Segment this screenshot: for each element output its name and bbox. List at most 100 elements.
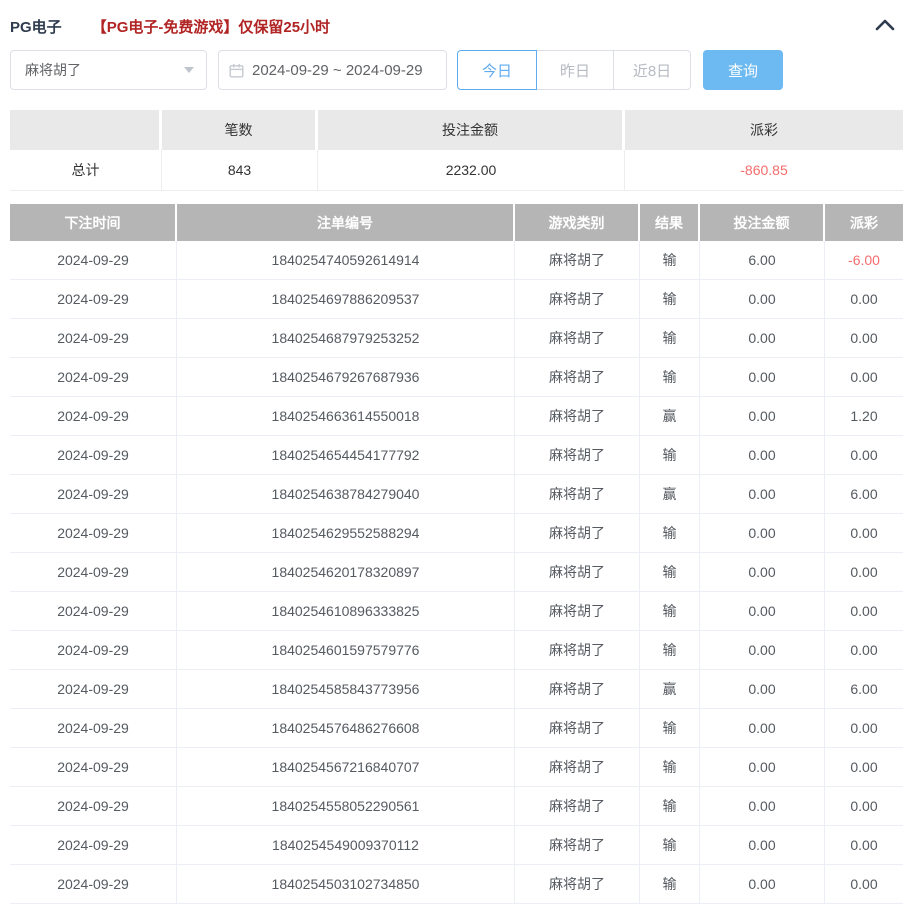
table-row: 2024-09-291840254638784279040麻将胡了赢0.006.… bbox=[10, 475, 903, 514]
cell-time: 2024-09-29 bbox=[10, 397, 177, 436]
cell-payout: 0.00 bbox=[825, 319, 903, 358]
cell-time: 2024-09-29 bbox=[10, 748, 177, 787]
summary-header-payout: 派彩 bbox=[625, 110, 903, 150]
cell-result: 输 bbox=[640, 787, 700, 826]
chevron-up-icon bbox=[875, 18, 895, 34]
collapse-panel-button[interactable] bbox=[875, 18, 895, 34]
cell-time: 2024-09-29 bbox=[10, 280, 177, 319]
cell-payout: 0.00 bbox=[825, 748, 903, 787]
cell-bet-amount: 0.00 bbox=[700, 475, 825, 514]
cell-order-id: 1840254610896333825 bbox=[177, 592, 515, 631]
header-result: 结果 bbox=[640, 204, 700, 241]
table-row: 2024-09-291840254585843773956麻将胡了赢0.006.… bbox=[10, 670, 903, 709]
records-header-row: 下注时间 注单编号 游戏类别 结果 投注金额 派彩 bbox=[10, 204, 903, 241]
cell-result: 输 bbox=[640, 319, 700, 358]
cell-order-id: 1840254567216840707 bbox=[177, 748, 515, 787]
summary-total-label: 总计 bbox=[10, 150, 162, 191]
table-row: 2024-09-291840254654454177792麻将胡了输0.000.… bbox=[10, 436, 903, 475]
cell-bet-amount: 0.00 bbox=[700, 709, 825, 748]
cell-time: 2024-09-29 bbox=[10, 787, 177, 826]
cell-game: 麻将胡了 bbox=[515, 787, 640, 826]
cell-game: 麻将胡了 bbox=[515, 748, 640, 787]
cell-result: 输 bbox=[640, 553, 700, 592]
cell-game: 麻将胡了 bbox=[515, 475, 640, 514]
table-row: 2024-09-291840254567216840707麻将胡了输0.000.… bbox=[10, 748, 903, 787]
cell-time: 2024-09-29 bbox=[10, 592, 177, 631]
records-table-body: 2024-09-291840254740592614914麻将胡了输6.00-6… bbox=[10, 241, 903, 904]
cell-order-id: 1840254679267687936 bbox=[177, 358, 515, 397]
cell-game: 麻将胡了 bbox=[515, 241, 640, 280]
summary-header-blank bbox=[10, 110, 162, 150]
cell-result: 输 bbox=[640, 241, 700, 280]
cell-payout: 0.00 bbox=[825, 553, 903, 592]
cell-result: 赢 bbox=[640, 670, 700, 709]
cell-order-id: 1840254629552588294 bbox=[177, 514, 515, 553]
cell-payout: 6.00 bbox=[825, 475, 903, 514]
cell-bet-amount: 0.00 bbox=[700, 514, 825, 553]
cell-bet-amount: 0.00 bbox=[700, 319, 825, 358]
cell-time: 2024-09-29 bbox=[10, 865, 177, 904]
cell-bet-amount: 0.00 bbox=[700, 280, 825, 319]
cell-result: 输 bbox=[640, 280, 700, 319]
date-range-picker[interactable]: 2024-09-29 ~ 2024-09-29 bbox=[218, 50, 447, 90]
table-row: 2024-09-291840254697886209537麻将胡了输0.000.… bbox=[10, 280, 903, 319]
cell-bet-amount: 0.00 bbox=[700, 592, 825, 631]
query-button[interactable]: 查询 bbox=[703, 50, 783, 90]
quick-range-button-group: 今日 昨日 近8日 bbox=[457, 50, 691, 90]
summary-table: 笔数 投注金额 派彩 总计 843 2232.00 -860.85 bbox=[10, 110, 903, 191]
header-bet-time: 下注时间 bbox=[10, 204, 177, 241]
table-row: 2024-09-291840254620178320897麻将胡了输0.000.… bbox=[10, 553, 903, 592]
cell-result: 赢 bbox=[640, 475, 700, 514]
cell-time: 2024-09-29 bbox=[10, 709, 177, 748]
yesterday-button[interactable]: 昨日 bbox=[536, 50, 614, 90]
today-button[interactable]: 今日 bbox=[457, 50, 537, 90]
cell-game: 麻将胡了 bbox=[515, 514, 640, 553]
cell-result: 输 bbox=[640, 592, 700, 631]
header-payout: 派彩 bbox=[825, 204, 903, 241]
summary-total-bet-amount: 2232.00 bbox=[318, 150, 625, 191]
cell-payout: 0.00 bbox=[825, 280, 903, 319]
cell-order-id: 1840254585843773956 bbox=[177, 670, 515, 709]
cell-payout: -6.00 bbox=[825, 241, 903, 280]
panel-subtitle: 【PG电子-免费游戏】仅保留25小时 bbox=[92, 16, 330, 37]
cell-bet-amount: 0.00 bbox=[700, 553, 825, 592]
cell-result: 输 bbox=[640, 514, 700, 553]
cell-bet-amount: 0.00 bbox=[700, 748, 825, 787]
header-bet-amount: 投注金额 bbox=[700, 204, 825, 241]
cell-payout: 0.00 bbox=[825, 358, 903, 397]
cell-order-id: 1840254687979253252 bbox=[177, 319, 515, 358]
cell-game: 麻将胡了 bbox=[515, 358, 640, 397]
game-select-value: 麻将胡了 bbox=[25, 60, 81, 80]
table-row: 2024-09-291840254549009370112麻将胡了输0.000.… bbox=[10, 826, 903, 865]
summary-header-bet-amount: 投注金额 bbox=[318, 110, 625, 150]
cell-time: 2024-09-29 bbox=[10, 358, 177, 397]
cell-game: 麻将胡了 bbox=[515, 280, 640, 319]
cell-time: 2024-09-29 bbox=[10, 631, 177, 670]
cell-game: 麻将胡了 bbox=[515, 319, 640, 358]
cell-payout: 0.00 bbox=[825, 592, 903, 631]
cell-result: 输 bbox=[640, 436, 700, 475]
cell-result: 输 bbox=[640, 865, 700, 904]
cell-order-id: 1840254549009370112 bbox=[177, 826, 515, 865]
cell-order-id: 1840254638784279040 bbox=[177, 475, 515, 514]
caret-down-icon bbox=[184, 67, 194, 73]
cell-game: 麻将胡了 bbox=[515, 436, 640, 475]
cell-time: 2024-09-29 bbox=[10, 475, 177, 514]
records-table: 下注时间 注单编号 游戏类别 结果 投注金额 派彩 2024-09-291840… bbox=[10, 204, 903, 904]
cell-game: 麻将胡了 bbox=[515, 397, 640, 436]
game-select[interactable]: 麻将胡了 bbox=[10, 50, 207, 90]
cell-order-id: 1840254601597579776 bbox=[177, 631, 515, 670]
date-range-value: 2024-09-29 ~ 2024-09-29 bbox=[252, 62, 423, 79]
cell-order-id: 1840254663614550018 bbox=[177, 397, 515, 436]
cell-game: 麻将胡了 bbox=[515, 592, 640, 631]
cell-time: 2024-09-29 bbox=[10, 241, 177, 280]
table-row: 2024-09-291840254610896333825麻将胡了输0.000.… bbox=[10, 592, 903, 631]
header-order-id: 注单编号 bbox=[177, 204, 515, 241]
cell-payout: 0.00 bbox=[825, 787, 903, 826]
cell-result: 输 bbox=[640, 826, 700, 865]
cell-bet-amount: 0.00 bbox=[700, 826, 825, 865]
cell-game: 麻将胡了 bbox=[515, 826, 640, 865]
table-row: 2024-09-291840254679267687936麻将胡了输0.000.… bbox=[10, 358, 903, 397]
last-8-days-button[interactable]: 近8日 bbox=[613, 50, 691, 90]
cell-game: 麻将胡了 bbox=[515, 865, 640, 904]
